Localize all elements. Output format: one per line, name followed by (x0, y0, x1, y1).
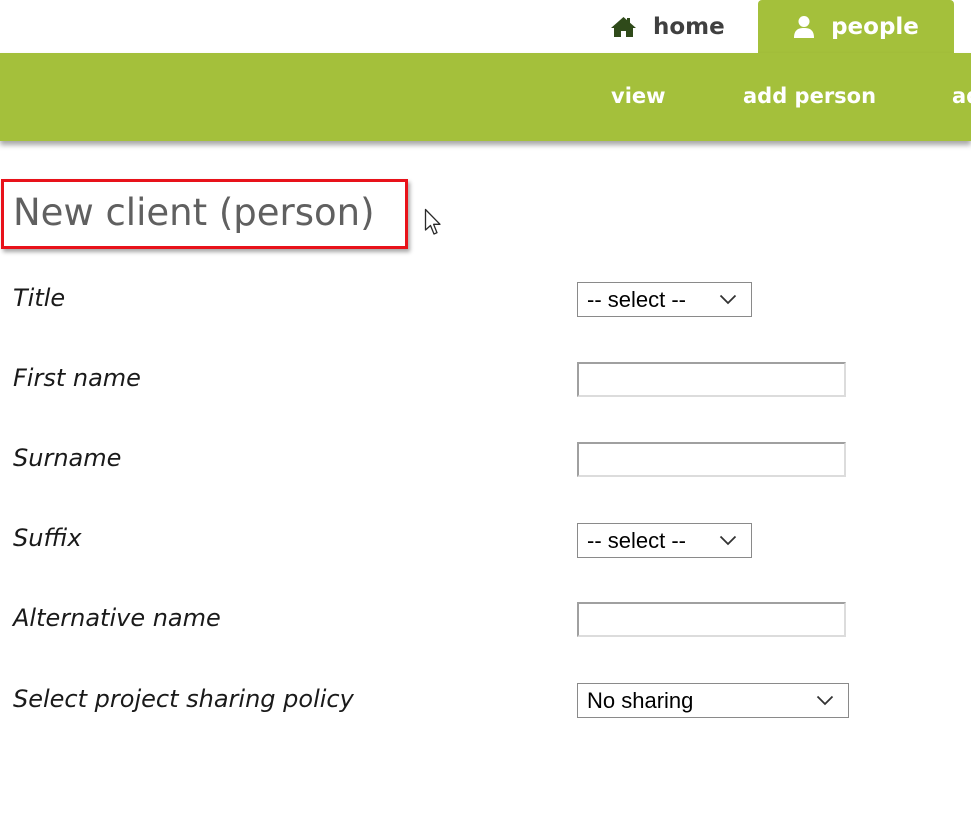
subnav-view[interactable]: view (611, 53, 666, 141)
title-label: Title (13, 284, 66, 312)
sharing-policy-value: No sharing (587, 687, 694, 713)
chevron-down-icon (719, 535, 737, 546)
page-title: New client (person) (13, 191, 375, 234)
first-name-label: First name (13, 364, 141, 392)
chevron-down-icon (719, 294, 737, 305)
subnav-add-person[interactable]: add person (743, 53, 876, 141)
top-tab-bar: home people (0, 0, 971, 53)
alternative-name-label: Alternative name (13, 604, 221, 632)
tab-people-label: people (831, 13, 919, 40)
suffix-select-value: -- select -- (587, 527, 686, 553)
tab-people[interactable]: people (758, 0, 954, 53)
first-name-input[interactable] (577, 362, 846, 397)
suffix-label: Suffix (13, 524, 82, 552)
title-select-value: -- select -- (587, 286, 686, 312)
home-icon (611, 16, 636, 37)
sub-nav: view add person ad (0, 53, 971, 141)
sharing-policy-label: Select project sharing policy (13, 685, 354, 713)
subnav-truncated-item[interactable]: ad (952, 53, 971, 141)
title-select[interactable]: -- select -- (577, 282, 752, 317)
mouse-pointer-icon (424, 208, 441, 235)
tab-home[interactable]: home (610, 0, 725, 53)
alternative-name-input[interactable] (577, 602, 846, 637)
suffix-select[interactable]: -- select -- (577, 523, 752, 558)
chevron-down-icon (816, 695, 834, 706)
sharing-policy-select[interactable]: No sharing (577, 683, 849, 718)
surname-input[interactable] (577, 442, 846, 477)
surname-label: Surname (13, 444, 122, 472)
tab-home-label: home (653, 13, 725, 40)
user-icon (794, 15, 815, 38)
